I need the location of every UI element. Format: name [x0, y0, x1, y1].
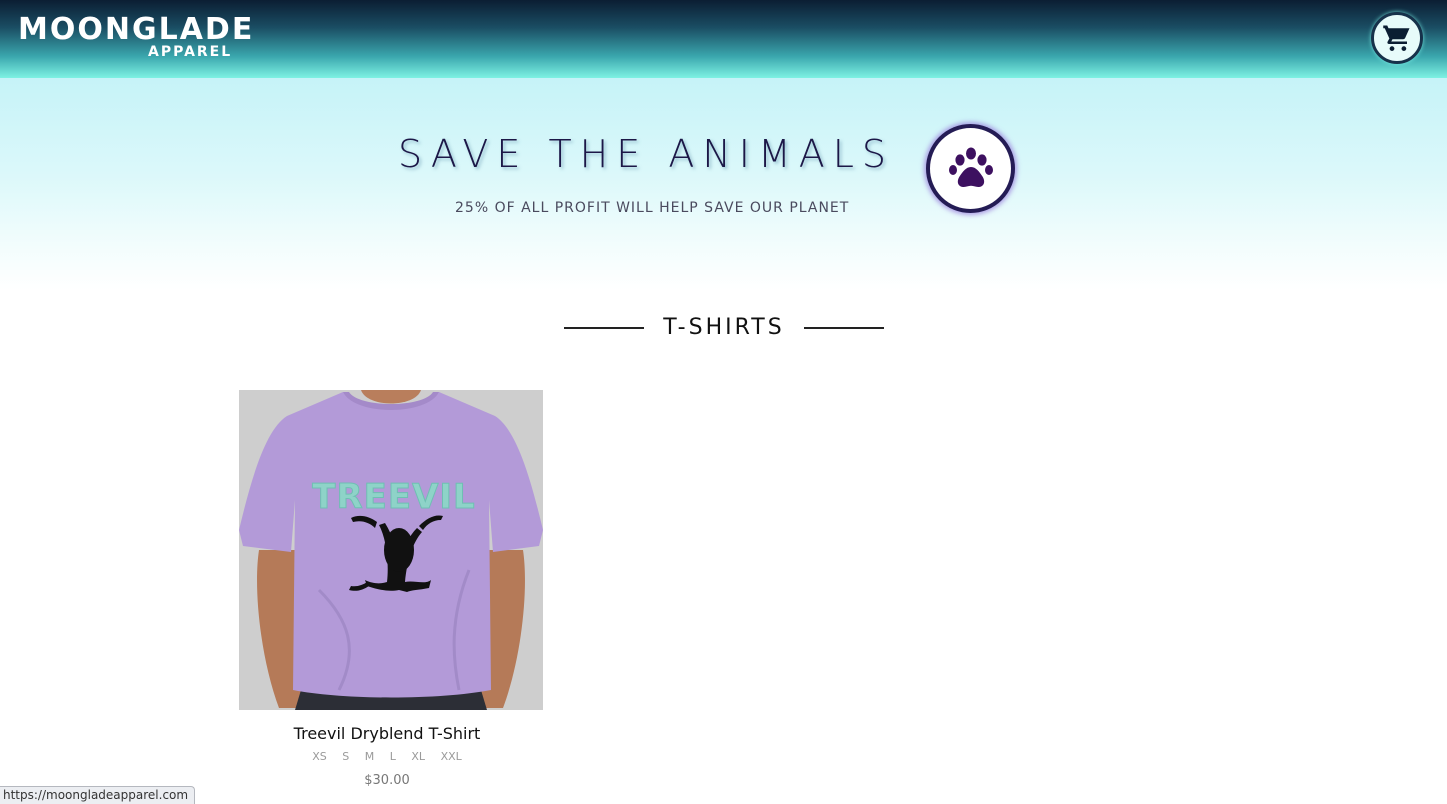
product-card[interactable]: TREEVIL Treevil Dryblend T-Shirt XS S M … [239, 390, 543, 789]
size-option-xxl[interactable]: XXL [441, 750, 462, 764]
size-option-xl[interactable]: XL [411, 750, 425, 764]
section-divider-right [804, 327, 884, 329]
logo-sub-text: APPAREL [148, 44, 233, 60]
size-option-s[interactable]: S [342, 750, 349, 764]
cart-button[interactable] [1371, 12, 1423, 64]
shopping-cart-icon [1383, 25, 1410, 51]
tshirt-image: TREEVIL [239, 390, 543, 710]
product-image[interactable]: TREEVIL [239, 390, 543, 710]
size-option-m[interactable]: M [365, 750, 375, 764]
size-option-l[interactable]: L [390, 750, 396, 764]
section-header: T-SHIRTS [564, 312, 884, 344]
site-logo[interactable]: MOONGLADE APPAREL [18, 12, 258, 60]
paw-icon [948, 147, 993, 187]
hero-banner [0, 78, 1447, 290]
graphic-text: TREEVIL [312, 477, 475, 517]
browser-status-url: https://moongladeapparel.com [0, 786, 196, 804]
hero-title: SAVE THE ANIMALS [398, 132, 895, 176]
size-option-xs[interactable]: XS [312, 750, 327, 764]
product-price: $30.00 [364, 773, 410, 788]
logo-main-text: MOONGLADE [18, 12, 255, 47]
size-options: XS S M L XL XXL [239, 750, 535, 764]
paw-badge [926, 124, 1015, 213]
site-header: MOONGLADE APPAREL [0, 0, 1447, 78]
product-name[interactable]: Treevil Dryblend T-Shirt [239, 724, 535, 744]
hero-subtitle: 25% OF ALL PROFIT WILL HELP SAVE OUR PLA… [455, 200, 850, 216]
